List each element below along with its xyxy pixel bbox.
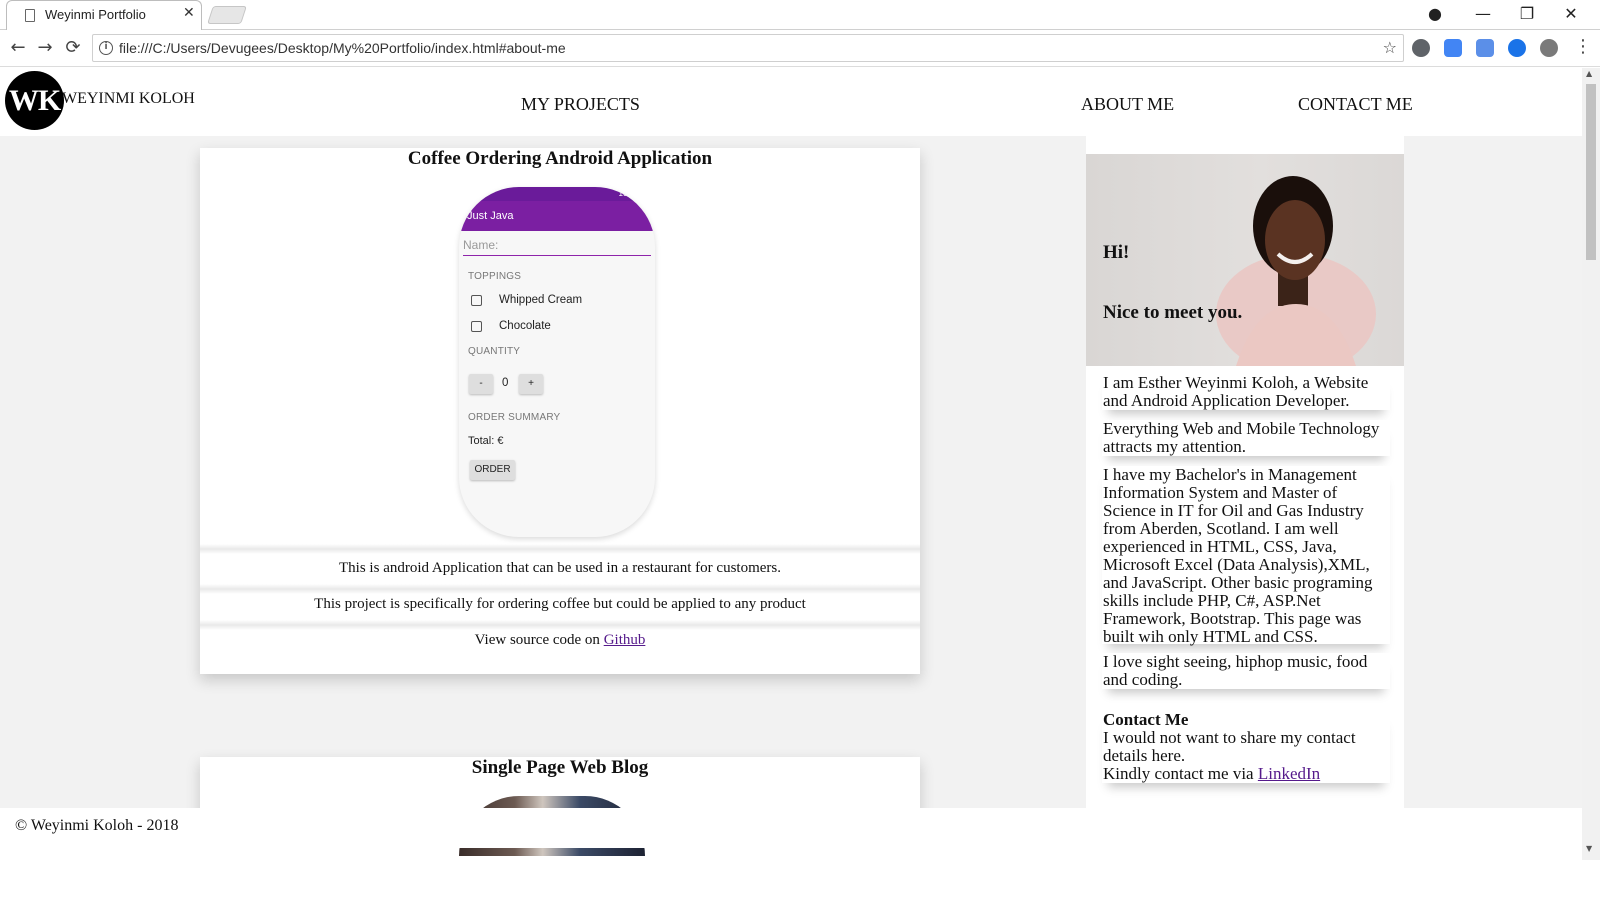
phone-quantity-label: QUANTITY [468,346,521,357]
phone-plus-button: + [519,374,543,394]
restore-button[interactable]: ❐ [1512,4,1542,23]
info-extension-icon[interactable] [1508,39,1526,57]
contact-prefix: Kindly contact me via [1103,764,1258,783]
phone-status-bar: 100% [459,187,655,201]
project-card: Coffee Ordering Android Application 100%… [200,148,920,674]
profile-hero: Hi! Nice to meet you. [1086,154,1404,366]
site-name: WEYINMI KOLOH [62,90,195,107]
profile-photo [1216,176,1376,366]
profile-icon[interactable]: ● [1420,4,1450,23]
phone-summary-label: ORDER SUMMARY [468,412,561,423]
extension-icon[interactable] [1412,39,1430,57]
reload-button[interactable]: ⟳ [61,36,85,60]
nav-contact-me[interactable]: CONTACT ME [1298,94,1413,115]
close-window-button[interactable]: ✕ [1556,4,1586,23]
address-bar[interactable]: i file:///C:/Users/Devugees/Desktop/My%2… [92,34,1404,62]
phone-name-field: Name: [463,238,651,256]
chocolate-label: Chocolate [499,320,551,332]
logo[interactable]: WK [5,71,64,130]
contact-text: I would not want to share my contact det… [1103,728,1356,765]
project-description: This project is specifically for orderin… [314,596,806,612]
github-link[interactable]: Github [604,632,646,648]
bookmark-star-icon[interactable]: ☆ [1383,38,1397,57]
app-screenshot: 100% Just Java Name: TOPPINGS Whipped Cr… [459,187,655,537]
site-footer: © Weyinmi Koloh - 2018 [0,808,1582,848]
whipped-cream-label: Whipped Cream [499,294,583,306]
site-header: WK WEYINMI KOLOH MY PROJECTS ABOUT ME CO… [0,68,1582,136]
greeting-subtitle: Nice to meet you. [1103,302,1243,323]
minimize-button[interactable]: — [1468,4,1498,23]
divider [200,584,920,594]
phone-total: Total: € [468,435,504,447]
tab-title: Weyinmi Portfolio [45,7,146,22]
greeting: Hi! [1103,242,1130,263]
project-title: Coffee Ordering Android Application [407,148,713,169]
browser-menu-icon[interactable]: ⋮ [1574,36,1592,57]
settings-extension-icon[interactable] [1540,39,1558,57]
new-tab-button[interactable] [207,6,247,24]
contact-heading: Contact Me [1103,710,1189,729]
nav-my-projects[interactable]: MY PROJECTS [521,94,640,115]
url-text[interactable]: file:///C:/Users/Devugees/Desktop/My%20P… [119,40,566,56]
page-viewport: WK WEYINMI KOLOH MY PROJECTS ABOUT ME CO… [0,68,1582,900]
browser-tab[interactable]: Weyinmi Portfolio ✕ [6,0,202,30]
nav-about-me[interactable]: ABOUT ME [1081,94,1174,115]
phone-quantity-value: 0 [502,377,509,389]
contact-line: Kindly contact me via LinkedIn [1103,765,1390,783]
source-code-text: View source code on [474,632,604,648]
browser-tab-bar: Weyinmi Portfolio ✕ ● — ❐ ✕ [0,0,1600,30]
forward-button[interactable]: → [33,36,57,60]
info-icon[interactable]: i [99,41,113,55]
whipped-cream-checkbox [471,295,482,306]
google-translate-icon[interactable] [1476,39,1494,57]
phone-minus-button: - [469,374,493,394]
divider [200,544,920,554]
linkedin-link[interactable]: LinkedIn [1258,764,1320,783]
contact-box: Contact Me I would not want to share my … [1102,711,1390,783]
translate-extension-icon[interactable] [1444,39,1462,57]
about-paragraph: I love sight seeing, hiphop music, food … [1102,653,1390,689]
phone-toppings-label: TOPPINGS [468,271,522,282]
chocolate-checkbox [471,321,482,332]
tab-close-icon[interactable]: ✕ [183,5,195,21]
scroll-down-arrow-icon[interactable]: ▼ [1586,844,1592,853]
back-button[interactable]: ← [6,36,30,60]
phone-order-button: ORDER [470,460,515,480]
project-description: This is android Application that can be … [339,560,781,576]
browser-toolbar: ← → ⟳ i file:///C:/Users/Devugees/Deskto… [0,31,1600,67]
project-title: Single Page Web Blog [471,757,649,778]
divider [200,620,920,630]
copyright-text: © Weyinmi Koloh - 2018 [15,817,179,834]
scroll-thumb[interactable] [1586,84,1596,260]
about-paragraph: I am Esther Weyinmi Koloh, a Website and… [1102,374,1390,410]
scroll-up-arrow-icon[interactable]: ▲ [1586,69,1592,78]
vertical-scrollbar[interactable]: ▲ ▼ [1582,68,1600,860]
about-paragraph: Everything Web and Mobile Technology att… [1102,420,1390,456]
about-paragraph: I have my Bachelor's in Management Infor… [1102,466,1390,646]
phone-app-bar: Just Java [459,201,655,231]
source-code-line: View source code on Github [200,632,920,649]
page-icon [25,9,35,22]
